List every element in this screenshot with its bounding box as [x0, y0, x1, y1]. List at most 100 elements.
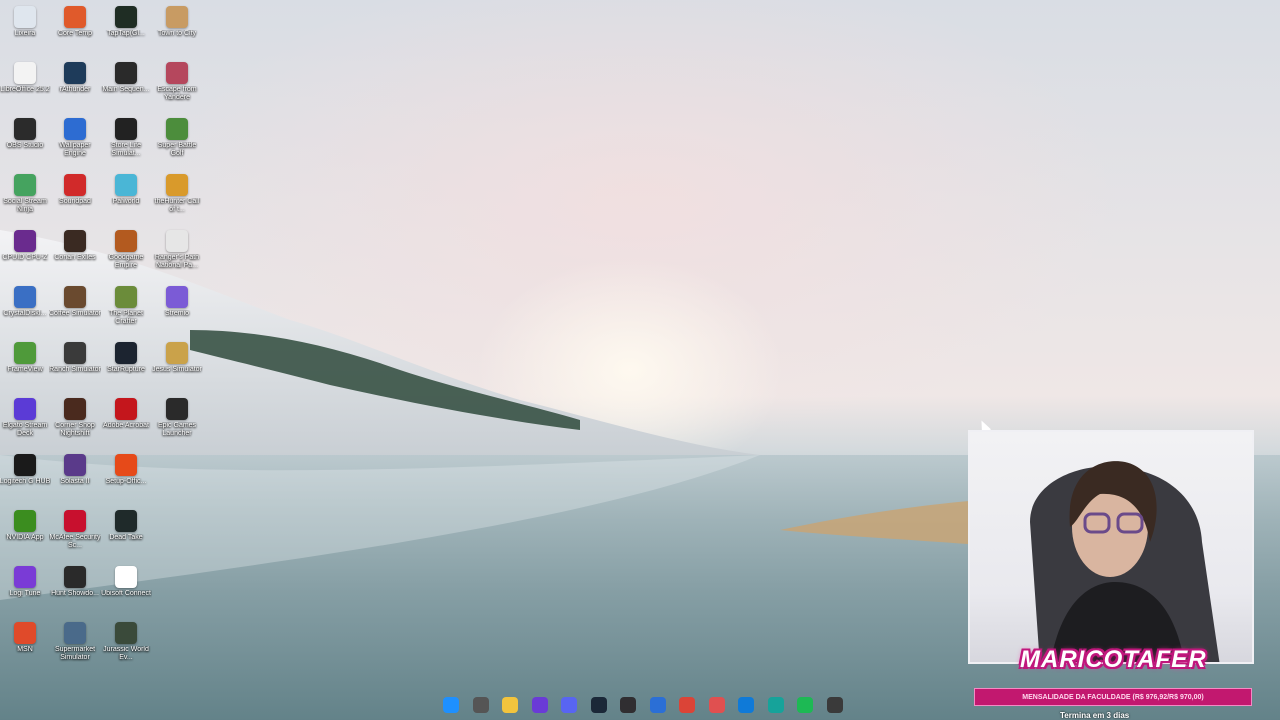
- desktop-icon[interactable]: Store Life Simulat...: [101, 112, 151, 168]
- desktop-icon[interactable]: Supermarket Simulator: [50, 616, 100, 672]
- thehunter-icon: [166, 174, 188, 196]
- desktop-icon-label: Escape from Yandere: [157, 86, 197, 101]
- desktop-icon[interactable]: LibreOffice 25.2: [0, 56, 50, 112]
- obs-taskbar-icon-glyph: [620, 697, 636, 713]
- desktop-icon[interactable]: CrystalDiskI...: [0, 280, 50, 336]
- desktop-icon[interactable]: rAthunder: [50, 56, 100, 112]
- desktop-icon[interactable]: FrameView: [0, 336, 50, 392]
- desktop-icon[interactable]: Setup-Offic...: [101, 448, 151, 504]
- windows-start-icon[interactable]: [440, 694, 462, 716]
- taptap-icon: [115, 6, 137, 28]
- desktop-icon-label: CrystalDiskI...: [3, 310, 47, 317]
- steam-notify-icon[interactable]: [824, 694, 846, 716]
- streamerbot-icon-glyph: [649, 697, 666, 713]
- starrupture-icon: [115, 342, 137, 364]
- desktop-icon[interactable]: The Planet Crafter: [101, 280, 151, 336]
- desktop-icon[interactable]: Ubisoft Connect: [101, 560, 151, 616]
- social-stream-icon: [14, 174, 36, 196]
- desktop-icon[interactable]: Palworld: [101, 168, 151, 224]
- battle-golf-icon: [166, 118, 188, 140]
- app-c-icon[interactable]: [765, 694, 787, 716]
- goodgame-icon: [115, 230, 137, 252]
- task-view-icon[interactable]: [470, 694, 492, 716]
- desktop-icon[interactable]: OBS Studio: [0, 112, 50, 168]
- corner-shop-icon: [64, 398, 86, 420]
- rangers-path-icon: [166, 230, 188, 252]
- desktop-icon[interactable]: Corner Shop Nightshift: [50, 392, 100, 448]
- desktop-icon-label: LibreOffice 25.2: [0, 86, 50, 93]
- jesus-sim-icon: [166, 342, 188, 364]
- target-app-icon[interactable]: [706, 694, 728, 716]
- desktop-icon[interactable]: Dead Take: [101, 504, 151, 560]
- desktop-icon[interactable]: Core Temp: [50, 0, 100, 56]
- steam-icon[interactable]: [588, 694, 610, 716]
- desktop-icon-label: rAthunder: [59, 86, 91, 93]
- desktop-icon[interactable]: Ranch Simulator: [49, 336, 101, 392]
- desktop-icon[interactable]: CPUID CPU-Z: [0, 224, 50, 280]
- desktop-icon[interactable]: Adobe Acrobat: [101, 392, 151, 448]
- chrome-icon[interactable]: [676, 694, 698, 716]
- supermarket-sim-icon: [64, 622, 86, 644]
- desktop-icon[interactable]: Soundpad: [50, 168, 100, 224]
- desktop-icon-label: Super Battle Golf: [157, 142, 197, 157]
- steam-icon-glyph: [590, 697, 607, 713]
- desktop-icon[interactable]: Epic Games Launcher: [152, 392, 202, 448]
- desktop-icon[interactable]: Jurassic World Ev...: [101, 616, 151, 672]
- spotify-icon-glyph: [797, 697, 813, 713]
- desktop-icon-label: Dead Take: [109, 534, 143, 541]
- cpuz-icon: [14, 230, 36, 252]
- desktop-icon[interactable]: Logitech G HUB: [0, 448, 50, 504]
- spotify-icon[interactable]: [794, 694, 816, 716]
- desktop-icon[interactable]: McAfee Security Sc...: [50, 504, 100, 560]
- libreoffice-icon: [14, 62, 36, 84]
- desktop-icon[interactable]: StarRupture: [101, 336, 151, 392]
- desktop-icon-label: NVIDIA App: [6, 534, 44, 541]
- desktop-icon[interactable]: Coffee Simulator: [49, 280, 101, 336]
- core-temp-icon: [64, 6, 86, 28]
- chrome-icon-glyph: [679, 697, 695, 713]
- desktop-icon-label: Jesus Simulator: [152, 366, 202, 373]
- desktop-icon[interactable]: Super Battle Golf: [152, 112, 202, 168]
- obs-taskbar-icon[interactable]: [617, 694, 639, 716]
- desktop-icon[interactable]: theHunter Call of t...: [152, 168, 202, 224]
- desktop-icon[interactable]: Wallpaper Engine: [50, 112, 100, 168]
- streamerbot-icon[interactable]: [647, 694, 669, 716]
- desktop-icon-label: Town to City: [157, 30, 197, 37]
- desktop-icon[interactable]: Elgato Stream Deck: [0, 392, 50, 448]
- discord-icon[interactable]: [558, 694, 580, 716]
- town-to-city-icon: [166, 6, 188, 28]
- desktop-icon-label: CPUID CPU-Z: [2, 254, 48, 261]
- desktop-icon[interactable]: Goodgame Empire: [101, 224, 151, 280]
- app-grid-icon-glyph: [531, 697, 548, 713]
- webcam-overlay: [968, 430, 1254, 664]
- desktop-icon[interactable]: Stremio: [152, 280, 202, 336]
- desktop-icon[interactable]: Town to City: [152, 0, 202, 56]
- desktop-icon[interactable]: NVIDIA App: [0, 504, 50, 560]
- desktop-icon[interactable]: Lixeira: [0, 0, 50, 56]
- desktop-icon[interactable]: TapTap(Gl...: [101, 0, 151, 56]
- desktop-icon-label: Conan Exiles: [54, 254, 96, 261]
- desktop-icon[interactable]: Social Stream Ninja: [0, 168, 50, 224]
- streamer-video: [1030, 461, 1220, 662]
- edge-icon[interactable]: [735, 694, 757, 716]
- app-c-icon-glyph: [767, 697, 784, 713]
- palworld-icon: [115, 174, 137, 196]
- stremio-icon: [166, 286, 188, 308]
- desktop-icon[interactable]: Conan Exiles: [50, 224, 100, 280]
- desktop-icon[interactable]: Main Sequen...: [101, 56, 151, 112]
- desktop-icon[interactable]: MSN: [0, 616, 50, 672]
- desktop-icon[interactable]: Hunt Showdo...: [50, 560, 100, 616]
- file-explorer-icon[interactable]: [499, 694, 521, 716]
- desktop-icon-label: McAfee Security Sc...: [49, 534, 101, 549]
- desktop-icon[interactable]: Escape from Yandere: [152, 56, 202, 112]
- desktop-icon[interactable]: Solasta II: [50, 448, 100, 504]
- desktop-icon-label: Core Temp: [57, 30, 93, 37]
- desktop-icon[interactable]: Logi Tune: [0, 560, 50, 616]
- ranch-sim-icon: [64, 342, 86, 364]
- desktop-icon-label: OBS Studio: [6, 142, 44, 149]
- desktop-icon[interactable]: Jesus Simulator: [152, 336, 202, 392]
- desktop-icon-label: Ranger's Path National Pa...: [154, 254, 200, 269]
- desktop-icon[interactable]: Ranger's Path National Pa...: [152, 224, 202, 280]
- app-grid-icon[interactable]: [529, 694, 551, 716]
- target-app-icon-glyph: [708, 697, 725, 713]
